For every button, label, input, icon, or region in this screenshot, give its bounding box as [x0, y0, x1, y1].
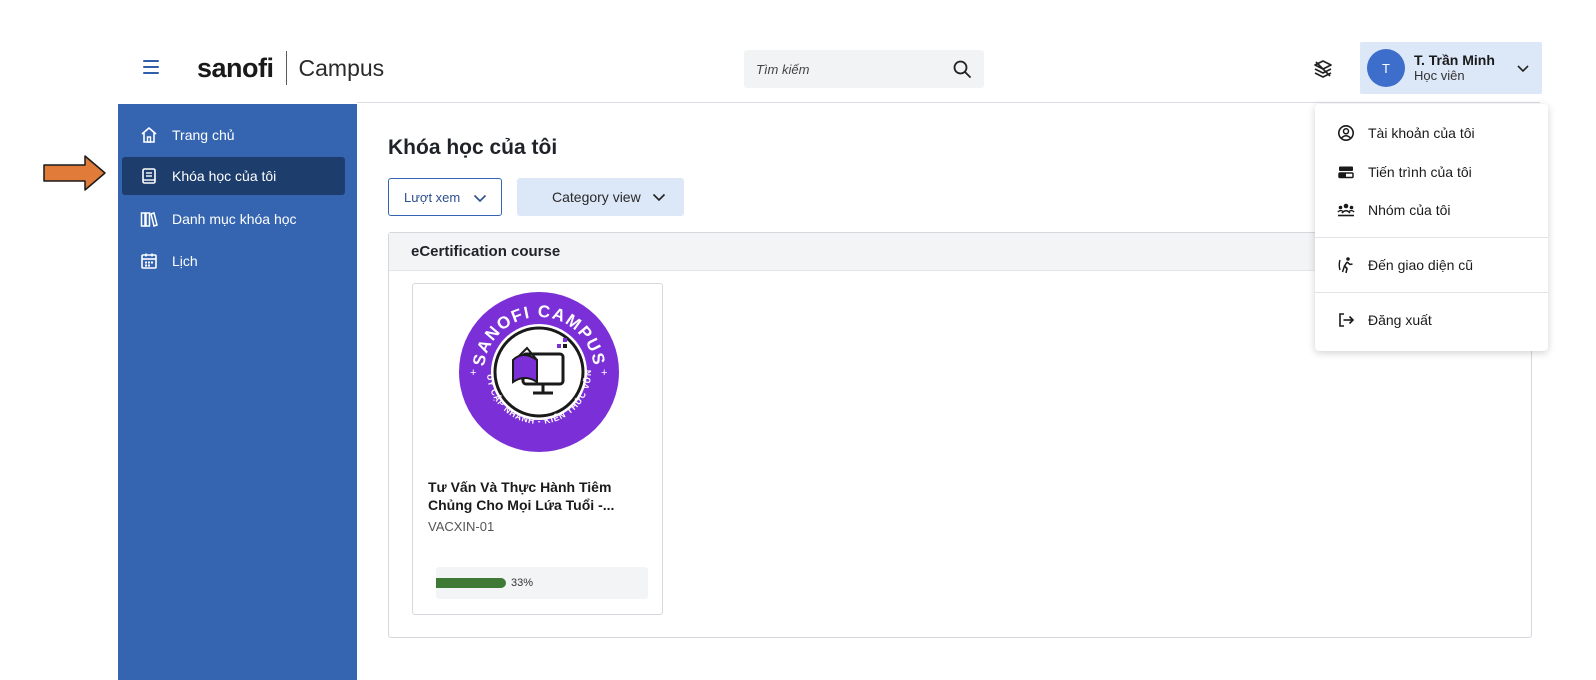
svg-text:+: +: [470, 367, 476, 379]
sidebar: Trang chủ Khóa học của tôi Danh mục khóa…: [118, 104, 357, 680]
menu-item-my-group[interactable]: Nhóm của tôi: [1315, 192, 1548, 228]
menu-item-label: Nhóm của tôi: [1368, 202, 1451, 218]
hamburger-menu-icon[interactable]: [143, 60, 159, 74]
sidebar-item-label: Trang chủ: [172, 127, 235, 143]
menu-item-my-account[interactable]: Tài khoản của tôi: [1315, 115, 1548, 151]
walk-icon: [1337, 256, 1355, 274]
menu-item-my-progress[interactable]: Tiến trình của tôi: [1315, 154, 1548, 190]
sidebar-item-my-courses[interactable]: Khóa học của tôi: [122, 157, 345, 195]
pointer-arrow-icon: [43, 154, 107, 192]
user-name: T. Trần Minh: [1414, 52, 1495, 68]
course-title[interactable]: Tư Vấn Và Thực Hành Tiêm Chủng Cho Mọi L…: [428, 478, 650, 514]
user-info: T. Trần Minh Học viên: [1414, 52, 1495, 84]
menu-divider: [1315, 292, 1548, 293]
menu-divider: [1315, 237, 1548, 238]
views-dropdown-label: Lượt xem: [404, 189, 461, 205]
views-dropdown[interactable]: Lượt xem: [388, 178, 502, 216]
progress-bar-fill: [436, 578, 506, 588]
brand[interactable]: sanofi Campus: [197, 50, 384, 86]
menu-item-label: Tiến trình của tôi: [1368, 164, 1472, 180]
sidebar-item-course-catalog[interactable]: Danh mục khóa học: [122, 200, 345, 238]
user-role: Học viên: [1414, 68, 1465, 83]
sidebar-item-label: Khóa học của tôi: [172, 168, 277, 184]
course-title-line1: Tư Vấn Và Thực Hành Tiêm: [428, 479, 612, 495]
search-input[interactable]: [756, 61, 946, 77]
brand-product-name: Campus: [298, 54, 385, 81]
sidebar-item-calendar[interactable]: Lịch: [122, 242, 345, 280]
group-icon: [1337, 201, 1355, 219]
course-card[interactable]: SANOFI CAMPUS TRUY CẬP NHANH - KIẾN THỨC…: [412, 282, 663, 615]
sidebar-item-home[interactable]: Trang chủ: [122, 116, 345, 154]
sidebar-item-label: Lịch: [172, 253, 198, 269]
menu-item-old-interface[interactable]: Đến giao diện cũ: [1315, 247, 1548, 283]
header-divider: [357, 102, 1540, 103]
user-dropdown-menu: Tài khoản của tôi Tiến trình của tôi Nhó…: [1315, 104, 1548, 351]
avatar: T: [1367, 49, 1405, 87]
layers-icon[interactable]: [1312, 58, 1334, 80]
sanofi-logo: sanofi: [197, 52, 274, 83]
menu-item-label: Tài khoản của tôi: [1368, 125, 1475, 141]
top-header: sanofi Campus T T. Trần Minh Học viên: [0, 0, 1596, 104]
account-icon: [1337, 124, 1355, 142]
progress-icon: [1337, 163, 1355, 181]
book-icon: [140, 167, 158, 185]
menu-item-logout[interactable]: Đăng xuất: [1315, 302, 1548, 338]
sanofi-campus-seal: SANOFI CAMPUS TRUY CẬP NHANH - KIẾN THỨC…: [453, 282, 621, 454]
logout-icon: [1337, 311, 1355, 329]
course-code: VACXIN-01: [428, 519, 495, 534]
course-title-line2: Chủng Cho Mọi Lứa Tuổi -...: [428, 497, 615, 513]
chevron-down-icon: [652, 190, 666, 204]
user-menu-toggle[interactable]: T T. Trần Minh Học viên: [1360, 42, 1542, 94]
category-view-dropdown[interactable]: Category view: [517, 178, 684, 216]
home-icon: [140, 126, 158, 144]
progress-label: 33%: [511, 577, 534, 589]
page-title: Khóa học của tôi: [388, 136, 558, 159]
svg-text:+: +: [601, 367, 607, 379]
chevron-down-icon: [473, 191, 487, 205]
library-icon: [140, 210, 158, 228]
brand-divider: [285, 51, 287, 85]
search-icon[interactable]: [952, 59, 972, 79]
search-box: [744, 50, 984, 88]
sidebar-item-label: Danh mục khóa học: [172, 211, 297, 227]
calendar-icon: [140, 252, 158, 270]
category-dropdown-label: Category view: [552, 189, 641, 205]
menu-item-label: Đăng xuất: [1368, 312, 1432, 328]
menu-item-label: Đến giao diện cũ: [1368, 257, 1474, 273]
course-progress: 33%: [436, 567, 648, 599]
chevron-down-icon: [1516, 61, 1530, 75]
